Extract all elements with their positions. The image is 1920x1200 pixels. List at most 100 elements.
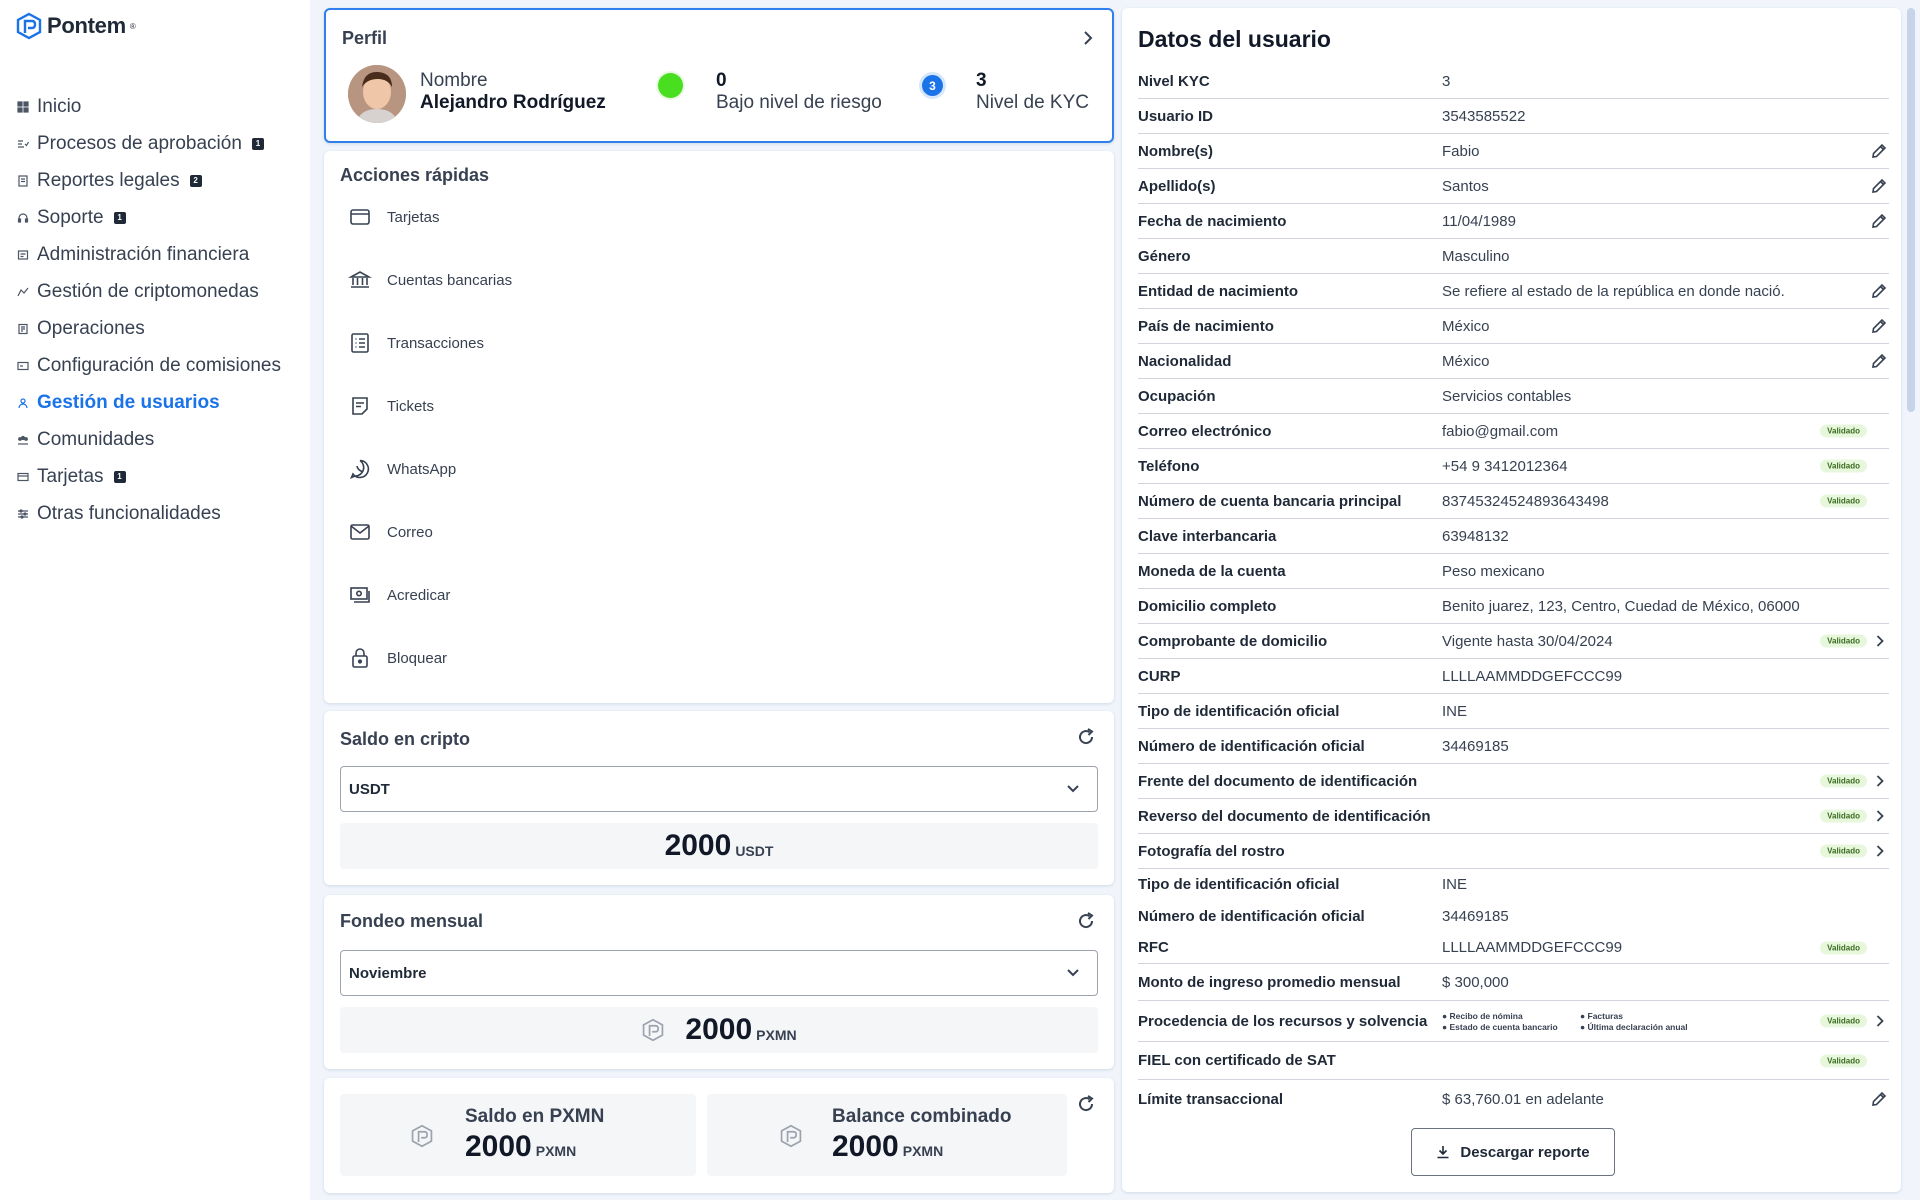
row-value: INE [1442, 702, 1468, 720]
chevron-right-icon[interactable] [1873, 809, 1887, 823]
count-badge: 2 [189, 174, 202, 187]
sidebar-item-gestion-de-criptomonedas[interactable]: Gestión de criptomonedas [0, 273, 310, 310]
profile-card[interactable]: Perfil Nombre Alejandro Rodríguez 0 Bajo… [324, 8, 1114, 143]
action-label: Bloquear [387, 649, 448, 667]
funding-amount-box: 2000 PXMN [340, 1007, 1098, 1053]
sidebar-item-administracion-financiera[interactable]: Administración financiera [0, 236, 310, 273]
user-data-row[interactable]: Entidad de nacimiento Se refiere al estad… [1138, 274, 1889, 309]
combined-balance-unit: PXMN [902, 1143, 944, 1159]
sidebar-item-procesos-de-aprobacion[interactable]: Procesos de aprobación 1 [0, 125, 310, 162]
refresh-icon[interactable] [1076, 1094, 1096, 1114]
user-data-row[interactable]: Límite transaccional $ 63,760.01 en adela… [1138, 1080, 1889, 1118]
chevron-right-icon[interactable] [1873, 844, 1887, 858]
combined-balance-amount: 2000 [832, 1130, 899, 1163]
list-icon [351, 333, 369, 353]
row-label: Tipo de identificación oficial [1138, 702, 1340, 720]
row-value: 34469185 [1442, 737, 1509, 755]
row-label: Entidad de nacimiento [1138, 282, 1299, 300]
whatsapp-icon [349, 459, 370, 480]
edit-icon[interactable] [1869, 141, 1889, 161]
row-label: Apellido(s) [1138, 177, 1216, 195]
operations-icon [18, 323, 28, 334]
action-cuentas-bancarias[interactable]: Cuentas bancarias [348, 265, 512, 295]
action-correo[interactable]: Correo [348, 517, 433, 547]
month-select[interactable]: Noviembre [340, 950, 1098, 996]
sidebar-item-otras-funcionalidades[interactable]: Otras funcionalidades [0, 495, 310, 532]
user-data-row[interactable]: Nombre(s) Fabio [1138, 134, 1889, 169]
user-data-row[interactable]: Comprobante de domicilio Vigente hasta 30… [1138, 624, 1889, 659]
row-value: LLLLAAMMDDGEFCCC99 [1442, 667, 1623, 685]
user-data-row[interactable]: País de nacimiento México [1138, 309, 1889, 344]
brand-logo[interactable]: Pontem ® [15, 12, 136, 40]
row-value: INE [1442, 876, 1468, 893]
row-label: País de nacimiento [1138, 317, 1274, 335]
download-report-button[interactable]: Descargar reporte [1411, 1128, 1615, 1176]
funding-unit: PXMN [756, 1027, 797, 1043]
user-data-row[interactable]: Fotografía del rostro Validado [1138, 834, 1889, 869]
action-acredicar[interactable]: Acredicar [348, 580, 450, 610]
crypto-currency-select[interactable]: USDT [340, 766, 1098, 812]
monthly-funding-title: Fondeo mensual [340, 911, 484, 931]
sidebar-item-label: Inicio [37, 95, 82, 117]
profile-title: Perfil [342, 28, 388, 48]
grid-icon [17, 100, 29, 113]
edit-icon[interactable] [1869, 316, 1889, 336]
bullet-item: ● Última declaración anual [1580, 1021, 1688, 1032]
row-label: Tipo de identificación oficial [1138, 876, 1340, 893]
user-data-row[interactable]: Apellido(s) Santos [1138, 169, 1889, 204]
combined-balance-box: Balance combinado 2000 PXMN [707, 1094, 1067, 1176]
user-data-row: Domicilio completo Benito juarez, 123, Ce… [1138, 589, 1889, 624]
sidebar-item-reportes-legales[interactable]: Reportes legales 2 [0, 162, 310, 199]
edit-icon[interactable] [1869, 176, 1889, 196]
sidebar-item-operaciones[interactable]: Operaciones [0, 310, 310, 347]
row-value: Se refiere al estado de la república en … [1442, 282, 1785, 300]
sidebar-item-label: Operaciones [37, 317, 145, 339]
row-value: México [1442, 317, 1490, 335]
scrollbar[interactable] [1907, 8, 1915, 412]
kyc-label: Nivel de KYC [976, 92, 1089, 113]
sidebar-item-soporte[interactable]: Soporte 1 [0, 199, 310, 236]
action-whatsapp[interactable]: WhatsApp [348, 454, 456, 484]
sidebar-item-gestion-de-usuarios[interactable]: Gestión de usuarios [0, 384, 310, 421]
sidebar-item-inicio[interactable]: Inicio [0, 88, 310, 125]
action-bloquear[interactable]: Bloquear [348, 643, 447, 673]
action-label: Correo [387, 523, 433, 541]
resource-bullets: ● Recibo de nómina ● Facturas ● Estado de … [1442, 1011, 1718, 1032]
edit-icon[interactable] [1869, 281, 1889, 301]
chevron-right-icon[interactable] [1873, 1014, 1887, 1028]
headset-icon [17, 212, 29, 223]
chevron-right-icon[interactable] [1873, 634, 1887, 648]
sidebar-item-configuracion-de-comisiones[interactable]: Configuración de comisiones [0, 347, 310, 384]
chevron-down-icon [1067, 969, 1079, 977]
card-icon [17, 472, 29, 481]
edit-icon[interactable] [1869, 351, 1889, 371]
row-label: Frente del documento de identificación [1138, 772, 1418, 790]
user-data-row[interactable]: Fecha de nacimiento 11/04/1989 [1138, 204, 1889, 239]
pontem-coin-icon [411, 1124, 433, 1148]
user-data-row: Género Masculino [1138, 239, 1889, 274]
sidebar-item-tarjetas[interactable]: Tarjetas 1 [0, 458, 310, 495]
bullet-item: ● Recibo de nómina [1442, 1010, 1523, 1021]
sidebar-item-comunidades[interactable]: Comunidades [0, 421, 310, 458]
risk-status-dot [658, 73, 683, 98]
action-label: Transacciones [387, 334, 484, 352]
refresh-icon[interactable] [1076, 727, 1096, 747]
risk-value: 0 [716, 70, 727, 91]
edit-icon[interactable] [1869, 1089, 1889, 1109]
action-tickets[interactable]: Tickets [348, 391, 434, 421]
ticket-icon [352, 397, 368, 415]
edit-icon[interactable] [1869, 211, 1889, 231]
user-data-row[interactable]: Frente del documento de identificación Va… [1138, 764, 1889, 799]
sidebar-item-label: Gestión de criptomonedas [37, 280, 259, 302]
chevron-right-icon[interactable] [1873, 774, 1887, 788]
user-data-row[interactable]: Procedencia de los recursos y solvencia ●… [1138, 1001, 1889, 1042]
user-data-row: Correo electrónico fabio@gmail.com Validad… [1138, 414, 1889, 449]
validated-badge: Validado [1820, 1014, 1867, 1028]
chevron-right-icon[interactable] [1080, 30, 1096, 46]
user-data-row[interactable]: Reverso del documento de identificación V… [1138, 799, 1889, 834]
action-transacciones[interactable]: Transacciones [348, 328, 484, 358]
action-tarjetas[interactable]: Tarjetas [348, 202, 440, 232]
sidebar-item-label: Soporte [37, 206, 104, 228]
refresh-icon[interactable] [1076, 911, 1096, 931]
user-data-row[interactable]: Nacionalidad México [1138, 344, 1889, 379]
